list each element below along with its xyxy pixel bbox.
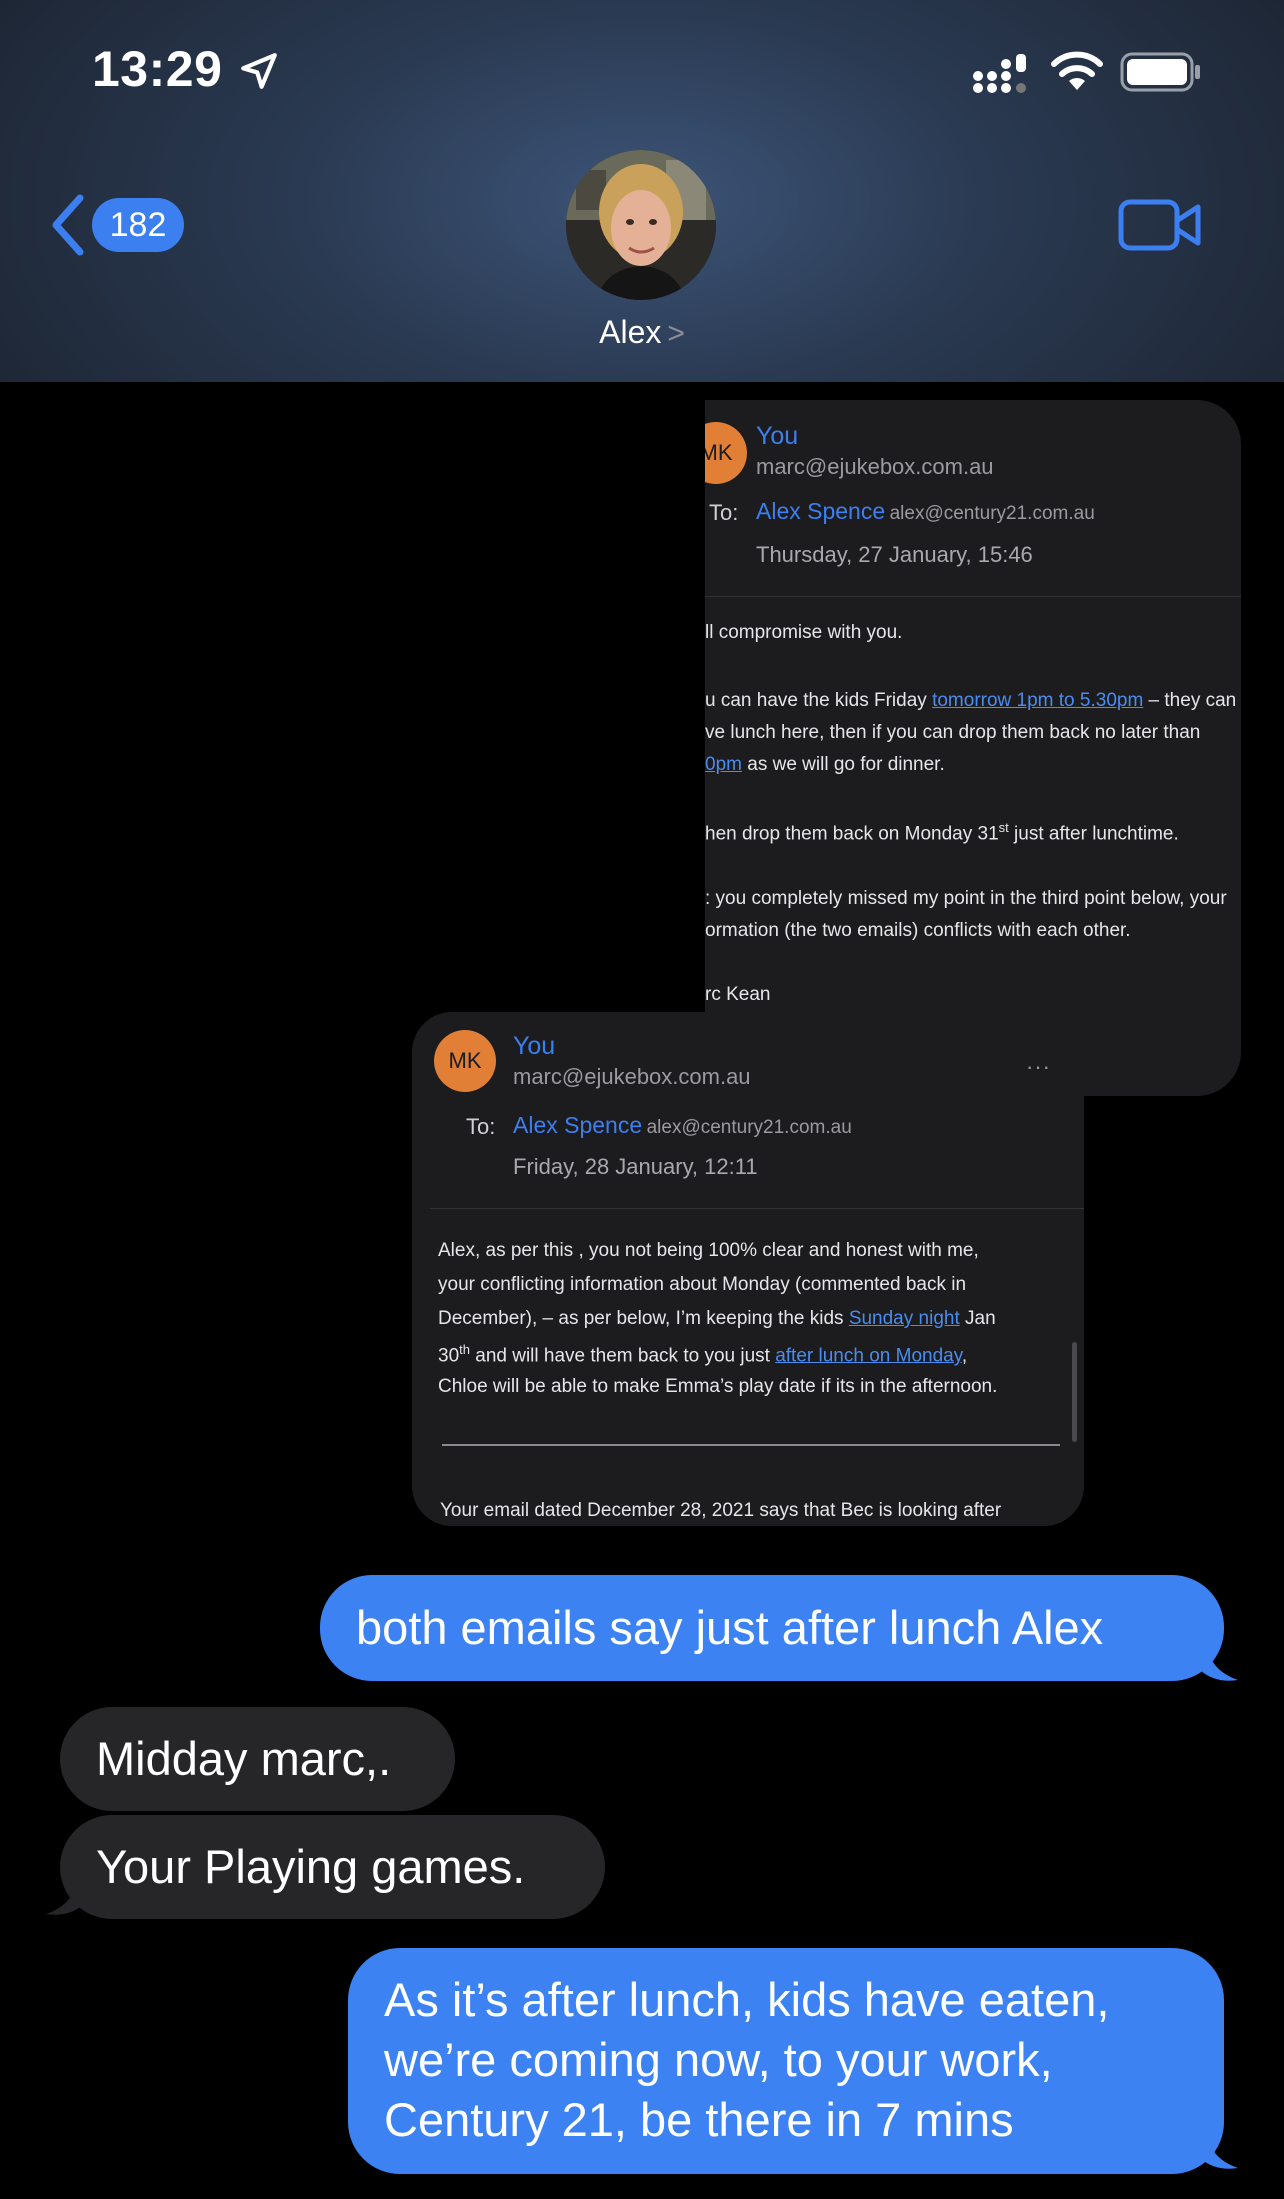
email-to-address: alex@century21.com.au: [889, 503, 1095, 524]
email-to-name: Alex Spence: [756, 498, 886, 524]
email-to-label: To:: [709, 500, 739, 525]
email-signature: rc Kean: [705, 984, 771, 1005]
message-bubble-outgoing[interactable]: As it’s after lunch, kids have eaten, we…: [348, 1948, 1224, 2174]
email-scrollbar: [1072, 1342, 1077, 1442]
sender-avatar: MK: [705, 422, 747, 484]
conversation-header: 13:29 182 Alex >: [0, 0, 1284, 382]
email-body-line: 0pm as we will go for dinner.: [705, 754, 945, 775]
message-bubble-incoming[interactable]: Your Playing games.: [60, 1815, 605, 1919]
message-bubble-incoming[interactable]: Midday marc,.: [60, 1707, 455, 1811]
email-body-line: ve lunch here, then if you can drop them…: [705, 722, 1201, 743]
video-call-icon[interactable]: [1118, 198, 1202, 252]
more-options-icon[interactable]: ···: [1026, 1054, 1051, 1080]
location-arrow-icon: [241, 53, 277, 89]
email-from-address: marc@ejukebox.com.au: [513, 1064, 751, 1089]
unread-count-badge[interactable]: 182: [92, 198, 184, 252]
email-body-line: Your email dated December 28, 2021 says …: [440, 1500, 1002, 1521]
email-body-line: hen drop them back on Monday 31st just a…: [705, 820, 1179, 845]
contact-photo: [566, 150, 716, 300]
email-body-line: your conflicting information about Monda…: [438, 1274, 967, 1295]
email-screenshot-image[interactable]: MK You marc@ejukebox.com.au ··· To: Alex…: [412, 1012, 1084, 1526]
email-from-name: You: [756, 422, 799, 450]
email-from-address: marc@ejukebox.com.au: [756, 454, 994, 479]
email-quote-rule: [442, 1444, 1060, 1446]
email-date: Friday, 28 January, 12:11: [513, 1154, 758, 1179]
email-date-link[interactable]: tomorrow 1pm to 5.30pm: [932, 690, 1143, 711]
email-to-name: Alex Spence: [513, 1112, 643, 1138]
contact-name[interactable]: Alex >: [0, 314, 1284, 351]
email-screenshot-image[interactable]: MK You marc@ejukebox.com.au To: Alex Spe…: [705, 400, 1241, 1096]
back-chevron-icon[interactable]: [46, 192, 90, 258]
battery-icon: [1120, 52, 1200, 92]
contact-name-label: Alex: [599, 314, 662, 350]
email-recipient: Alex Spence alex@century21.com.au: [513, 1112, 852, 1139]
email-body-line: December), – as per below, I’m keeping t…: [438, 1308, 996, 1329]
email-date-link[interactable]: Sunday night: [849, 1308, 960, 1329]
cellular-signal-icon: [973, 54, 1026, 93]
email-body-line: ormation (the two emails) conflicts with…: [705, 920, 1131, 941]
email-recipient: Alex Spence alex@century21.com.au: [756, 498, 1095, 525]
email-to-address: alex@century21.com.au: [646, 1117, 852, 1138]
wifi-icon: [1051, 51, 1103, 90]
contact-chevron-icon: >: [667, 317, 685, 350]
email-body-line: Chloe will be able to make Emma’s play d…: [438, 1376, 998, 1397]
message-bubble-outgoing[interactable]: both emails say just after lunch Alex: [320, 1575, 1224, 1681]
email-header-divider: [430, 1208, 1084, 1209]
status-time: 13:29: [92, 41, 223, 97]
email-header-divider: [705, 596, 1241, 597]
email-body-line: : you completely missed my point in the …: [705, 888, 1227, 909]
email-date: Thursday, 27 January, 15:46: [756, 542, 1033, 567]
email-body-line: ll compromise with you.: [705, 622, 903, 643]
email-body-line: Alex, as per this , you not being 100% c…: [438, 1240, 979, 1261]
email-body-line: u can have the kids Friday tomorrow 1pm …: [705, 690, 1237, 711]
email-date-link[interactable]: after lunch on Monday: [775, 1345, 962, 1366]
sender-avatar: MK: [434, 1030, 496, 1092]
email-time-link[interactable]: 0pm: [705, 754, 742, 775]
email-body-line: 30th and will have them back to you just…: [438, 1342, 968, 1367]
contact-avatar[interactable]: [566, 150, 716, 300]
email-from-name: You: [513, 1032, 556, 1060]
email-to-label: To:: [466, 1114, 496, 1139]
status-bar: 13:29: [0, 0, 1284, 140]
